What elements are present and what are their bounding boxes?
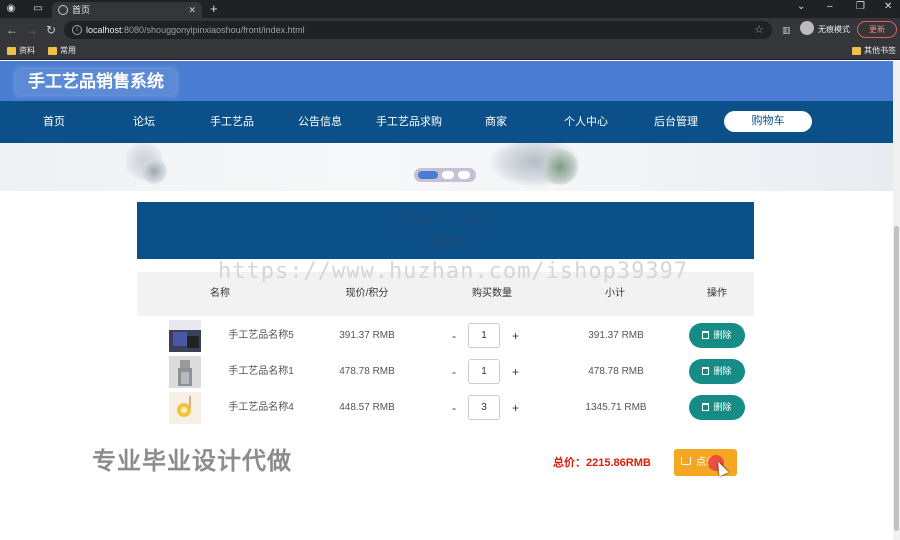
qty-input[interactable]: 1: [468, 359, 500, 384]
trash-icon: [702, 367, 710, 375]
qty-increase-button[interactable]: +: [512, 356, 519, 388]
cart-title-banner: SHOP / CART 购物车: [137, 202, 754, 259]
nav-item-forum[interactable]: 论坛: [104, 101, 184, 143]
nav-item-home[interactable]: 首页: [14, 101, 94, 143]
carousel-dot-active[interactable]: [418, 171, 438, 179]
product-price: 391.37 RMB: [339, 330, 395, 341]
browser-toolbar: ← → ↻ i localhost:8080/shouggonyipinxiao…: [0, 18, 900, 42]
globe-icon: [58, 5, 68, 15]
flower-decoration: [140, 157, 168, 185]
product-thumbnail[interactable]: [169, 392, 201, 424]
product-subtotal: 391.37 RMB: [588, 330, 644, 341]
bookmark-label: 常用: [60, 46, 76, 55]
delete-button[interactable]: 删除: [689, 395, 745, 420]
watermark-url: https://www.huzhan.com/ishop39397: [218, 259, 689, 284]
nav-item-craft-requests[interactable]: 手工艺品求购: [368, 101, 450, 143]
trash-icon: [702, 403, 710, 411]
back-icon[interactable]: ←: [6, 23, 18, 37]
qty-decrease-button[interactable]: -: [452, 356, 456, 388]
product-thumbnail[interactable]: [169, 320, 201, 352]
url-path: :8080/shouggonyipinxiaoshou/front/index.…: [121, 25, 305, 35]
url-host: localhost: [86, 25, 122, 35]
site-header: 手工艺品销售系统: [0, 61, 893, 101]
other-bookmarks[interactable]: 其他书签: [852, 45, 896, 57]
site-title[interactable]: 手工艺品销售系统: [16, 69, 176, 95]
bookmark-label: 资料: [19, 46, 35, 55]
tab-list-icon[interactable]: ⌄: [797, 1, 805, 12]
nav-item-merchants[interactable]: 商家: [456, 101, 536, 143]
product-name[interactable]: 手工艺品名称4: [221, 392, 301, 424]
qty-increase-button[interactable]: +: [512, 392, 519, 424]
qty-input[interactable]: 3: [468, 395, 500, 420]
cart-total: 总价：2215.86RMB: [553, 457, 651, 469]
delete-button[interactable]: 删除: [689, 323, 745, 348]
cart-icon: [681, 457, 691, 465]
product-name[interactable]: 手工艺品名称1: [221, 356, 301, 388]
bookmark-star-icon[interactable]: ☆: [754, 21, 764, 39]
forward-icon[interactable]: →: [26, 23, 38, 37]
folder-icon: [7, 47, 16, 55]
reload-icon[interactable]: ↻: [46, 23, 56, 37]
nav-item-cart[interactable]: 购物车: [724, 111, 812, 132]
tab-search-icon[interactable]: ▭: [32, 3, 44, 15]
bookmark-label: 其他书签: [864, 46, 896, 55]
browser-tab-strip: ◉ ▭ 首页 ✕ + ⌄ – ❐ ✕: [0, 0, 900, 18]
delete-label: 删除: [713, 366, 732, 376]
cart-title-cn: 购物车: [424, 234, 467, 250]
site-info-icon[interactable]: i: [72, 25, 82, 35]
tab-title: 首页: [72, 5, 91, 15]
hero-carousel[interactable]: [0, 143, 893, 191]
product-price: 448.57 RMB: [339, 402, 395, 413]
sidebar-icon[interactable]: ▥: [782, 21, 791, 39]
trash-icon: [702, 331, 710, 339]
address-bar[interactable]: i localhost:8080/shouggonyipinxiaoshou/f…: [64, 21, 772, 39]
nav-item-user-center[interactable]: 个人中心: [546, 101, 626, 143]
qty-input[interactable]: 1: [468, 323, 500, 348]
flower-decoration: [540, 149, 580, 185]
new-tab-button[interactable]: +: [210, 1, 218, 16]
restore-icon[interactable]: ❐: [856, 1, 865, 12]
update-button[interactable]: 更新: [857, 21, 897, 38]
cart-row: 手工艺品名称1 478.78 RMB - 1 + 478.78 RMB 删除: [137, 356, 754, 390]
scrollbar-thumb[interactable]: [894, 226, 899, 531]
cart-row: 手工艺品名称4 448.57 RMB - 3 + 1345.71 RMB 删除: [137, 392, 754, 426]
cart-title-en: SHOP / CART: [395, 212, 496, 228]
product-thumbnail[interactable]: [169, 356, 201, 388]
folder-icon: [852, 47, 861, 55]
nav-item-announcements[interactable]: 公告信息: [280, 101, 360, 143]
delete-label: 删除: [713, 330, 732, 340]
delete-button[interactable]: 删除: [689, 359, 745, 384]
minimize-icon[interactable]: –: [827, 1, 833, 12]
page-scrollbar[interactable]: [893, 61, 900, 540]
carousel-dot[interactable]: [458, 171, 470, 179]
qty-increase-button[interactable]: +: [512, 320, 519, 352]
column-header-action: 操作: [707, 288, 727, 299]
close-tab-icon[interactable]: ✕: [188, 2, 196, 18]
bookmark-folder-changyong[interactable]: 常用: [48, 45, 76, 57]
page-content: 手工艺品销售系统 首页 论坛 手工艺品 公告信息 手工艺品求购 商家 个人中心 …: [0, 61, 893, 540]
delete-label: 删除: [713, 402, 732, 412]
product-subtotal: 1345.71 RMB: [585, 402, 647, 413]
nav-item-crafts[interactable]: 手工艺品: [192, 101, 272, 143]
product-price: 478.78 RMB: [339, 366, 395, 377]
folder-icon: [48, 47, 57, 55]
incognito-label: 无痕模式: [818, 25, 850, 34]
qty-decrease-button[interactable]: -: [452, 392, 456, 424]
browser-tab[interactable]: 首页 ✕: [52, 2, 202, 18]
product-subtotal: 478.78 RMB: [588, 366, 644, 377]
nav-item-admin[interactable]: 后台管理: [636, 101, 716, 143]
product-name[interactable]: 手工艺品名称5: [221, 320, 301, 352]
incognito-icon: [800, 21, 814, 35]
carousel-dot[interactable]: [442, 171, 454, 179]
close-window-icon[interactable]: ✕: [884, 1, 892, 12]
browser-menu-icon[interactable]: ◉: [5, 3, 17, 15]
bookmarks-bar: 资料 常用 其他书签: [0, 42, 900, 60]
bookmark-folder-ziliao[interactable]: 资料: [7, 45, 35, 57]
watermark-text: 专业毕业设计代做: [92, 448, 292, 475]
cart-row: 手工艺品名称5 391.37 RMB - 1 + 391.37 RMB 删除: [137, 320, 754, 354]
main-nav: 首页 论坛 手工艺品 公告信息 手工艺品求购 商家 个人中心 后台管理 购物车: [0, 101, 893, 143]
qty-decrease-button[interactable]: -: [452, 320, 456, 352]
carousel-indicators: [414, 168, 476, 182]
